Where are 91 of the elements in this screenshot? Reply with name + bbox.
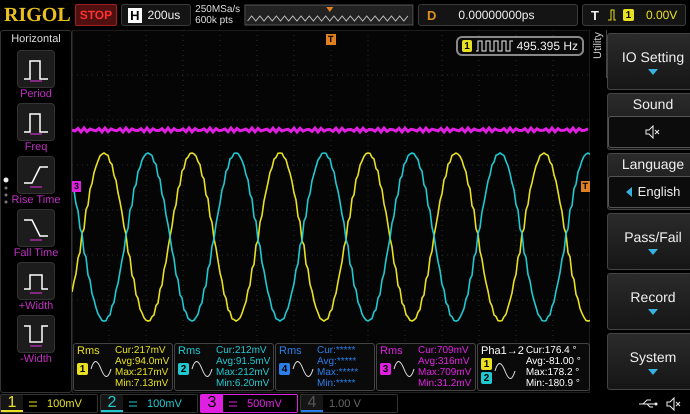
measurement-value: Cur:176.4 ° (526, 345, 578, 356)
pwidth-measure-icon[interactable] (17, 262, 55, 300)
source-badge: 2 (178, 363, 189, 375)
counter-value: 495.395 Hz (516, 39, 578, 53)
trigger-position-marker: T (326, 34, 336, 45)
nwidth-measure-icon[interactable] (17, 315, 55, 353)
memory-depth: 600k pts (195, 15, 234, 26)
sine-icon (494, 360, 516, 382)
brand-logo: RIGOL (4, 4, 71, 26)
measurement-label: Rms (279, 345, 303, 357)
measure-item[interactable]: Fall Time (14, 209, 58, 259)
language-value: English (638, 184, 680, 199)
menu-title: Horizontal (11, 32, 61, 47)
caret-icon (648, 368, 658, 374)
channel-scale: 500mV (247, 398, 282, 410)
trigger-source: 1 (622, 9, 634, 21)
measurement-label: Rms (178, 345, 202, 357)
measurement-value: Max:***** (317, 367, 358, 378)
measurement-value: Min:31.2mV (418, 378, 472, 389)
counter-source: 1 (462, 40, 472, 52)
measurement-label: Rms (380, 345, 404, 357)
menu-button[interactable]: Sound (607, 93, 690, 150)
source-badge: 1 (481, 358, 492, 370)
channel-tab[interactable]: 3 500mV (200, 394, 298, 413)
channel-scale: 1.00 V (329, 398, 361, 410)
trigger-label: T (590, 8, 600, 22)
sine-icon (191, 358, 213, 380)
caret-icon (648, 248, 658, 254)
measurement-value: Max:217mV (115, 367, 170, 378)
measurement-value: Avg:316mV (418, 356, 471, 367)
menu-button[interactable]: IO Setting (607, 33, 690, 90)
sine-icon (393, 358, 415, 380)
measurement-value: Min:6.20mV (216, 378, 270, 389)
rise-measure-icon[interactable] (17, 156, 55, 194)
caret-icon (648, 308, 658, 314)
usb-icon (638, 398, 658, 408)
mute-status-icon (666, 396, 682, 410)
source-badge: 4 (279, 363, 290, 375)
dc-coupling-icon (129, 400, 137, 406)
delay-value: 0.00000000ps (458, 8, 534, 22)
measurement-value: Cur:212mV (216, 345, 268, 356)
measurement-value: Avg:-81.00 ° (526, 356, 581, 367)
measurement-value: Cur:709mV (418, 345, 470, 356)
measurement-value: Max:709mV (418, 367, 472, 378)
source-badge: 2 (481, 372, 492, 384)
menu-button[interactable]: Record (607, 273, 690, 330)
measurement-value: Avg:***** (317, 356, 358, 367)
run-state: STOP (74, 4, 118, 26)
sample-rate: 250MSa/s (195, 4, 240, 15)
trigger-level: 0.00V (646, 8, 678, 22)
measure-item[interactable]: Period (17, 50, 55, 100)
timebase-label: H (128, 8, 142, 22)
timebase-value: 200us (148, 8, 180, 22)
measure-item[interactable]: Freq (17, 103, 55, 153)
dc-coupling-icon (29, 400, 37, 406)
source-badge: 1 (77, 363, 88, 375)
mute-icon (645, 124, 661, 138)
measure-item[interactable]: Rise Time (12, 156, 60, 206)
menu-button[interactable]: Pass/Fail (607, 213, 690, 270)
fall-measure-icon[interactable] (17, 209, 55, 247)
measurement-label: Pha1→2 (481, 345, 524, 357)
dc-coupling-icon (229, 400, 237, 406)
period-measure-icon[interactable] (17, 50, 55, 88)
caret-icon (626, 186, 632, 196)
measurement-value: Min:-180.9 ° (526, 378, 581, 389)
sine-icon (292, 358, 314, 380)
channel-scale: 100mV (47, 398, 82, 410)
measurement-value: Avg:91.5mV (216, 356, 270, 367)
caret-icon (648, 68, 658, 74)
source-badge: 3 (380, 363, 391, 375)
measurement-value: Cur:217mV (115, 345, 167, 356)
measurement-label: Rms (77, 345, 101, 357)
channel-scale: 100mV (147, 398, 182, 410)
measurement-value: Cur:***** (317, 345, 356, 356)
measure-item[interactable]: +Width (17, 262, 55, 312)
measurement-value: Avg:94.0mV (115, 356, 170, 367)
rising-edge-icon (606, 9, 617, 21)
delay-label: D (426, 8, 438, 22)
measurement-value: Min:***** (317, 378, 356, 389)
measurement-value: Min:7.13mV (115, 378, 170, 389)
channel-marker: 3 (72, 181, 82, 192)
channel-tab[interactable]: 2 100mV (100, 394, 198, 413)
pulse-train-icon (476, 40, 513, 52)
menu-button[interactable]: System (607, 333, 690, 390)
measurement-value: Max:212mV (216, 367, 270, 378)
sine-icon (90, 358, 112, 380)
channel-tab[interactable]: 1 100mV (0, 394, 98, 413)
measurement-value: Max:178.2 ° (526, 367, 580, 378)
measure-item[interactable]: -Width (17, 315, 55, 365)
freq-measure-icon[interactable] (17, 103, 55, 141)
menu-button[interactable]: Language English (607, 153, 690, 210)
